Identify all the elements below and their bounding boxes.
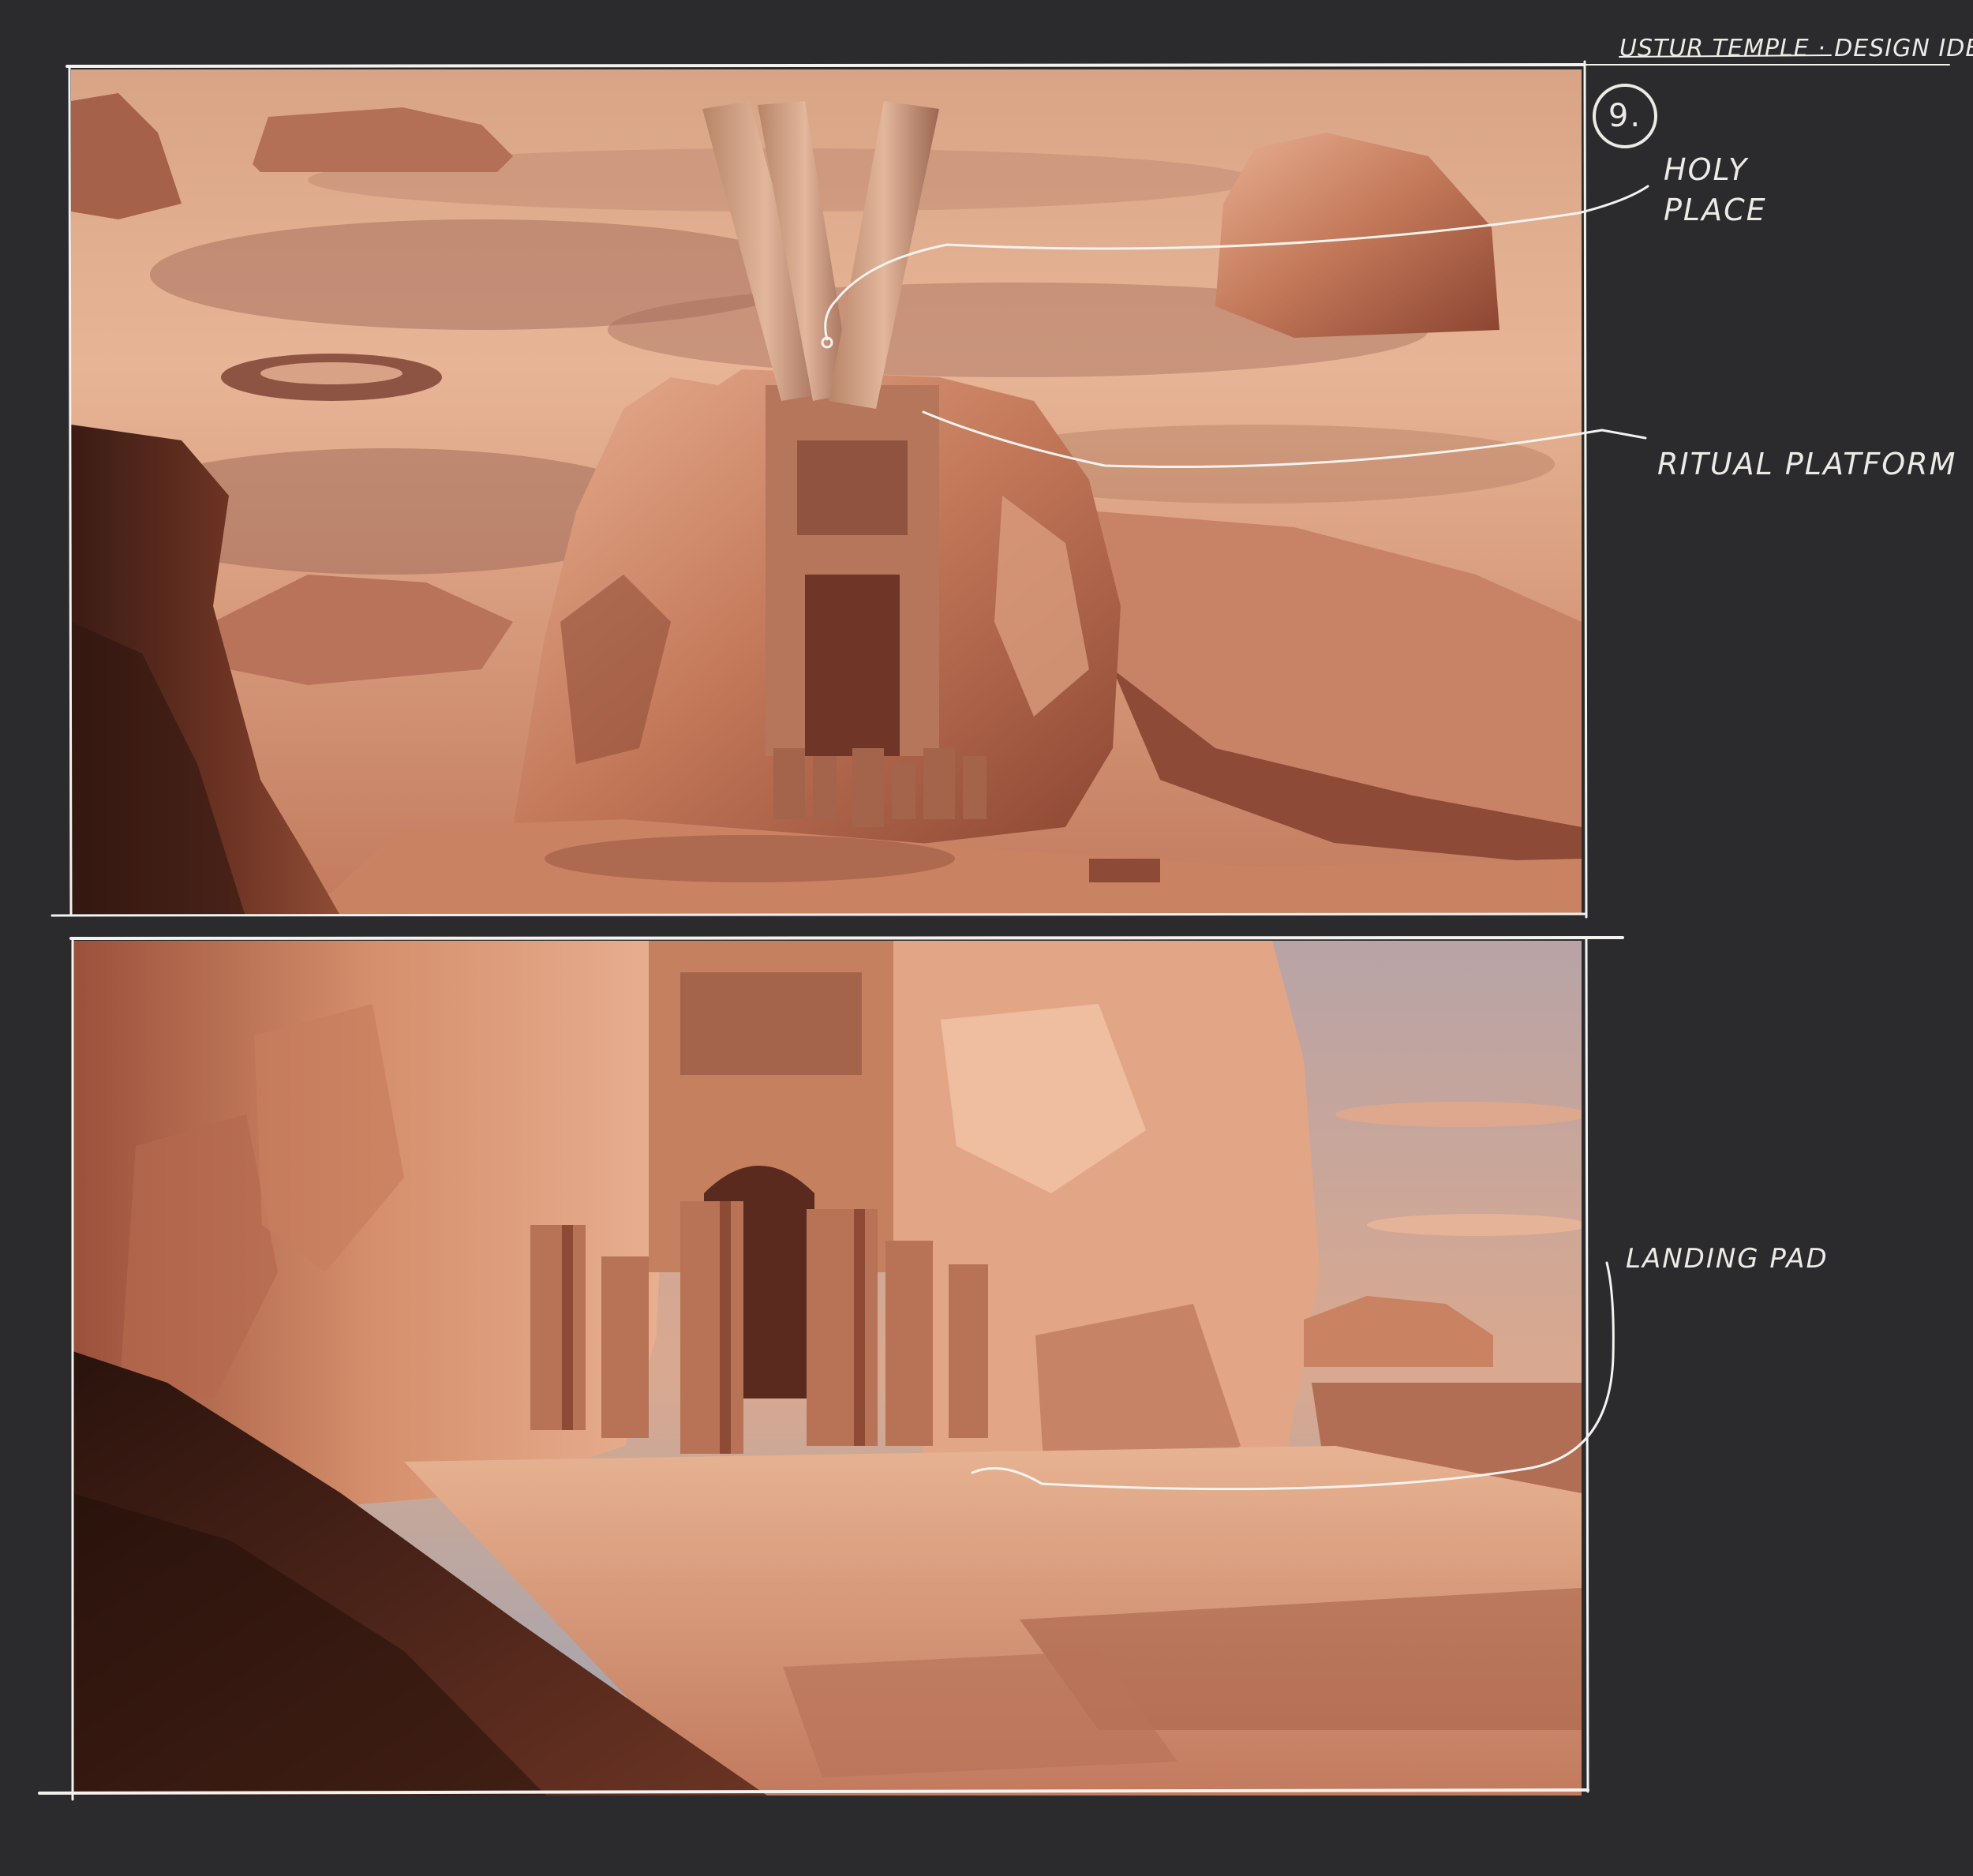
sheet-number-badge: 9. <box>1593 84 1657 148</box>
frame-line-mid <box>51 912 1588 917</box>
callout-holy-place: HOLY PLACE <box>1664 152 1767 228</box>
sheet-title: USTUR TEMPLE · DESIGN IDEAS <box>1619 35 1973 62</box>
frame-line-right-bottom <box>1585 938 1589 1793</box>
frame-line-right-top <box>1583 60 1588 919</box>
frame-line-top <box>66 63 1586 68</box>
bottom-panel-temple-ground <box>73 941 1582 1795</box>
aerial-scene-illustration <box>71 69 1582 914</box>
ground-scene-illustration <box>73 941 1582 1795</box>
concept-sheet: USTUR TEMPLE · DESIGN IDEAS 9. HOLY PLAC… <box>0 0 1973 1876</box>
callout-ritual-platform: RITUAL PLATFORM <box>1657 447 1957 481</box>
top-panel-temple-aerial <box>71 69 1582 914</box>
callout-landing-pad: LANDING PAD <box>1626 1243 1829 1275</box>
